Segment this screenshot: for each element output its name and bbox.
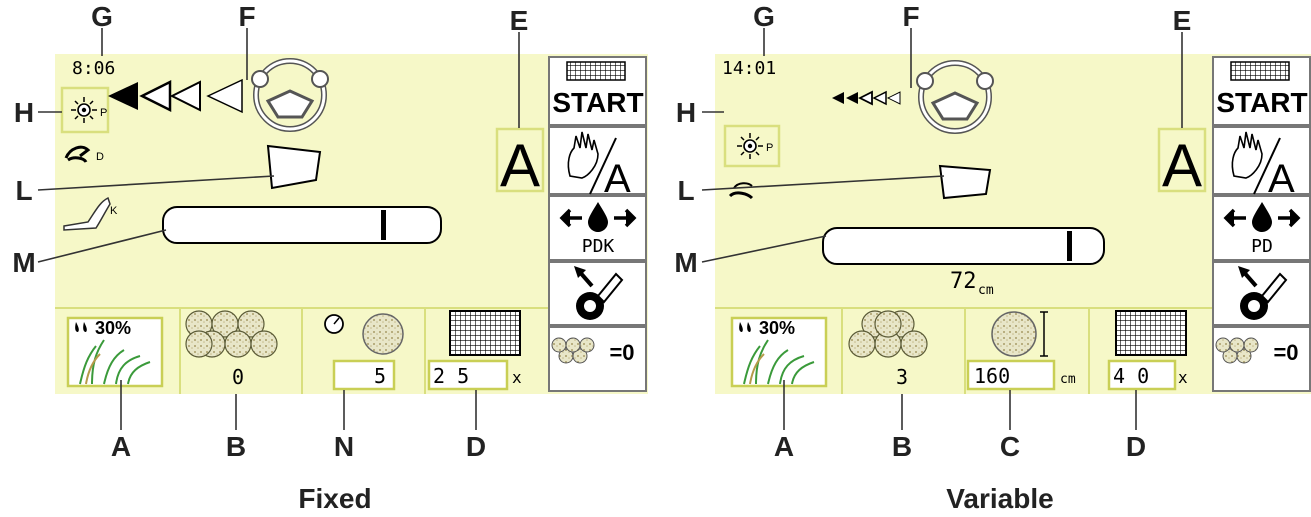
callout-a: A [111, 431, 131, 462]
net-layers-icon [1115, 310, 1187, 356]
pedal-label: K [110, 205, 118, 217]
callout-m: M [12, 247, 35, 278]
callout-a: A [774, 431, 794, 462]
net-roll-icon [566, 61, 626, 81]
reset-label: =0 [1273, 340, 1298, 365]
panel-variable: START PD =0 14:01 P A 72 cm 30% 3 160 cm… [674, 1, 1311, 514]
diameter-unit: cm [1060, 372, 1076, 387]
bale-end-icon [362, 313, 404, 355]
callout-f: F [902, 1, 919, 32]
density-indicator [381, 210, 386, 240]
chamber-shape [938, 164, 992, 200]
mode-letter: A [1162, 132, 1202, 199]
callout-l: L [15, 175, 32, 206]
side-menu: START PD =0 [1212, 56, 1311, 392]
figure: A START PDK =0 8:06 P D K A 30% 0 5 2 5 … [12, 1, 1311, 514]
callout-h: H [676, 97, 696, 128]
bale-count: 0 [232, 365, 244, 389]
callout-b: B [226, 431, 246, 462]
clock: 8:06 [72, 58, 115, 79]
callout-h: H [14, 97, 34, 128]
start-label: START [552, 87, 643, 118]
density-bar [162, 206, 442, 244]
callout-l: L [677, 175, 694, 206]
chamber-shape [266, 144, 322, 190]
net-layers-icon [449, 310, 521, 356]
callout-d: D [466, 431, 486, 462]
net-roll-icon [1230, 61, 1290, 81]
moisture-value: 30% [95, 318, 131, 338]
callout-e: E [1173, 5, 1192, 36]
clock: 14:01 [722, 58, 776, 79]
density-indicator [1067, 231, 1072, 261]
callout-f: F [238, 1, 255, 32]
lube-label: PD [1251, 236, 1273, 257]
svg-text:P: P [766, 142, 773, 154]
bale-count: 3 [896, 365, 908, 389]
panel-fixed: START PDK =0 8:06 P D K A 30% 0 5 2 5 x … [12, 1, 648, 514]
moisture-value: 30% [759, 318, 795, 338]
callout-n: N [334, 431, 354, 462]
callout-b: B [892, 431, 912, 462]
diameter-value: 160 [974, 364, 1010, 388]
lube-label: PDK [582, 236, 615, 257]
pressure-gauge-icon [324, 314, 344, 334]
callout-e: E [510, 5, 529, 36]
svg-text:P: P [100, 107, 107, 119]
callout-d: D [1126, 431, 1146, 462]
net-layers-value: 4 0 [1113, 364, 1149, 388]
net-suffix: x [512, 368, 522, 387]
bale-size-value: 72 [950, 269, 977, 294]
callout-g: G [91, 1, 113, 32]
mode-letter: A [500, 132, 540, 199]
callout-g: G [753, 1, 775, 32]
callout-m: M [674, 247, 697, 278]
caption-variable: Variable [946, 483, 1053, 514]
pressure-value: 5 [374, 364, 386, 388]
callout-c: C [1000, 431, 1020, 462]
density-bar [822, 227, 1105, 265]
start-label: START [1216, 87, 1307, 118]
net-layers-value: 2 5 [433, 364, 469, 388]
caption-fixed: Fixed [298, 483, 371, 514]
net-suffix: x [1178, 368, 1188, 387]
reset-label: =0 [609, 340, 634, 365]
svg-text:D: D [96, 151, 104, 163]
bale-size-unit: cm [978, 283, 994, 298]
side-menu: START PDK =0 [548, 56, 647, 392]
